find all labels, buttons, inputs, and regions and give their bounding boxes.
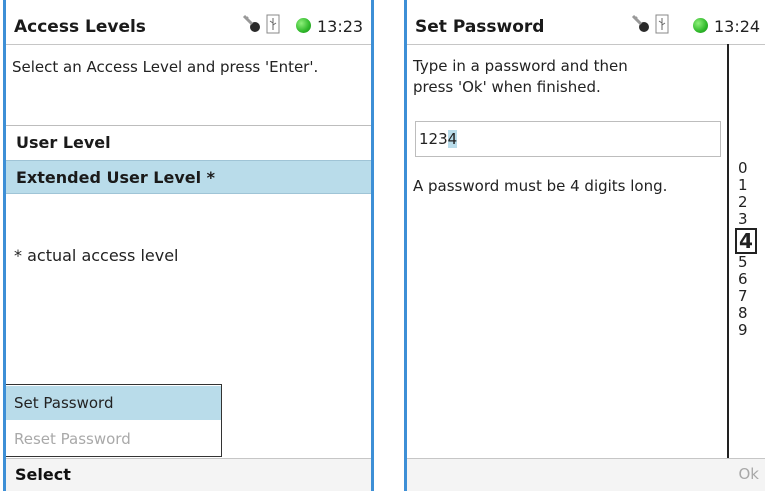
digit-option[interactable]: 1 [735, 177, 765, 194]
digit-wheel-divider [727, 44, 729, 458]
digit-option[interactable]: 7 [735, 288, 765, 305]
digit-selected[interactable]: 4 [735, 228, 757, 254]
level-label: Extended User Level * [16, 168, 216, 187]
digit-option[interactable]: 0 [735, 160, 765, 177]
level-item-extended-user[interactable]: Extended User Level * [6, 160, 371, 194]
title-bar: Access Levels 13:23 [6, 0, 371, 45]
password-hint: A password must be 4 digits long. [413, 177, 668, 195]
access-levels-screen: Access Levels 13:23 Select an Access Lev… [3, 0, 374, 491]
key-icon [242, 14, 260, 32]
set-password-screen: Set Password 13:24 Type in a password an… [404, 0, 765, 491]
instruction-text: Select an Access Level and press 'Enter'… [12, 58, 319, 76]
actual-level-note: * actual access level [14, 246, 179, 265]
digit-option[interactable]: 6 [735, 271, 765, 288]
status-led-icon [296, 18, 311, 33]
level-label: User Level [16, 133, 111, 152]
instruction-text: Type in a password and then press 'Ok' w… [413, 56, 628, 98]
screen-title: Set Password [415, 17, 545, 37]
usb-icon [655, 14, 669, 34]
screen-title: Access Levels [14, 17, 146, 37]
password-input[interactable]: 1234 [415, 121, 721, 157]
level-item-user[interactable]: User Level [6, 125, 371, 159]
select-softkey[interactable]: Select [15, 465, 71, 484]
set-password-menu-item[interactable]: Set Password [6, 386, 221, 420]
instruction-line-1: Type in a password and then [413, 57, 628, 75]
status-led-icon [693, 18, 708, 33]
digit-option[interactable]: 8 [735, 305, 765, 322]
softkey-bar: Select [6, 458, 371, 491]
clock: 13:23 [317, 17, 364, 36]
password-entered-digits: 123 [419, 130, 448, 148]
digit-option[interactable]: 3 [735, 211, 765, 228]
title-bar: Set Password 13:24 [407, 0, 765, 45]
usb-icon [266, 14, 280, 34]
context-menu: Set Password Reset Password [6, 384, 222, 457]
digit-wheel[interactable]: 0 1 2 3 4 5 6 7 8 9 [735, 160, 765, 339]
clock: 13:24 [714, 17, 761, 36]
password-cursor-digit: 4 [447, 130, 458, 148]
key-icon [631, 14, 649, 32]
digit-option[interactable]: 9 [735, 322, 765, 339]
ok-softkey[interactable]: Ok [739, 465, 760, 483]
digit-option[interactable]: 5 [735, 254, 765, 271]
digit-option[interactable]: 2 [735, 194, 765, 211]
instruction-line-2: press 'Ok' when finished. [413, 78, 601, 96]
reset-password-menu-item: Reset Password [14, 430, 131, 448]
softkey-bar: Ok [407, 458, 765, 491]
